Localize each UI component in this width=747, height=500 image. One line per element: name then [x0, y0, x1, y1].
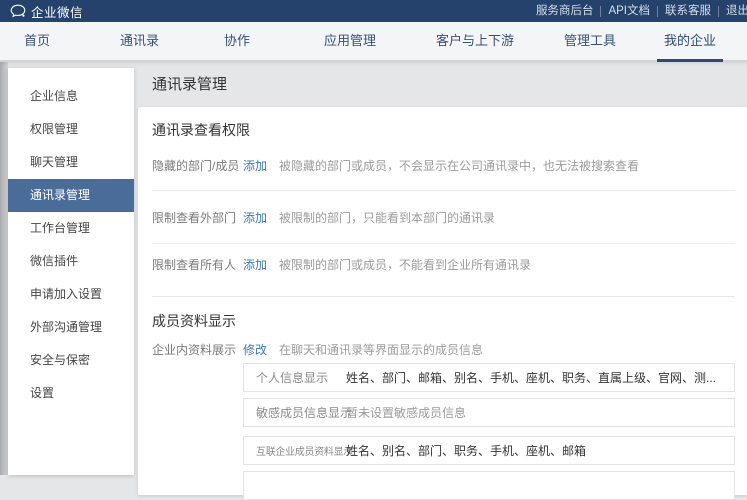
sidebar-item-workbench[interactable]: 工作台管理	[8, 212, 134, 245]
content-panel: 通讯录查看权限 隐藏的部门/成员 添加 被隐藏的部门或成员，不会显示在公司通讯录…	[138, 107, 747, 495]
add-link[interactable]: 添加	[243, 258, 267, 273]
window-edge-shadow	[0, 62, 8, 475]
top-app-bar: 企业微信 服务商后台 API文档 联系客服 退出	[0, 0, 747, 22]
linked-company-profile-box: 互联企业成员资料显示 姓名、别名、部门、职务、手机、座机、邮箱	[243, 436, 735, 465]
row-description: 被限制的部门或成员，不能看到企业所有通讯录	[279, 258, 531, 273]
row-hidden-departments: 隐藏的部门/成员 添加 被隐藏的部门或成员，不会显示在公司通讯录中，也无法被搜索…	[152, 159, 735, 174]
link-logout[interactable]: 退出	[719, 6, 747, 17]
row-label: 企业内资料展示	[152, 343, 243, 358]
box-value: 姓名、部门、邮箱、别名、手机、座机、职务、直属上级、官网、测...	[346, 369, 716, 386]
personal-info-display-box: 个人信息显示 姓名、部门、邮箱、别名、手机、座机、职务、直属上级、官网、测...	[243, 363, 735, 392]
chat-bubble-icon	[10, 4, 26, 18]
row-description: 被限制的部门，只能看到本部门的通讯录	[279, 211, 495, 226]
row-restrict-other-departments: 限制查看外部门 添加 被限制的部门，只能看到本部门的通讯录	[152, 211, 735, 226]
row-internal-profile-display: 企业内资料展示 修改 在聊天和通讯录等界面显示的成员信息	[152, 343, 735, 358]
box-label: 互联企业成员资料显示	[256, 443, 346, 458]
tab-collaboration[interactable]: 协作	[224, 22, 250, 60]
divider	[152, 243, 735, 244]
row-restrict-everyone: 限制查看所有人 添加 被限制的部门或成员，不能看到企业所有通讯录	[152, 258, 735, 273]
sidebar-item-chat-management[interactable]: 聊天管理	[8, 146, 134, 179]
modify-link[interactable]: 修改	[243, 343, 267, 358]
sidebar-item-company-info[interactable]: 企业信息	[8, 80, 134, 113]
link-api-docs[interactable]: API文档	[601, 6, 658, 17]
box-value: 姓名、别名、部门、职务、手机、座机、邮箱	[346, 442, 586, 459]
link-provider-console[interactable]: 服务商后台	[529, 6, 602, 17]
app-title: 企业微信	[31, 2, 83, 21]
tab-home[interactable]: 首页	[24, 22, 50, 60]
sensitive-info-display-box: 敏感成员信息显示 暂未设置敏感成员信息	[243, 398, 735, 427]
add-link[interactable]: 添加	[243, 211, 267, 226]
tab-my-company[interactable]: 我的企业	[664, 22, 716, 60]
row-label: 限制查看所有人	[152, 258, 243, 273]
row-description: 被隐藏的部门或成员，不会显示在公司通讯录中，也无法被搜索查看	[279, 159, 639, 174]
sidebar-item-contacts-management[interactable]: 通讯录管理	[8, 179, 134, 212]
sidebar-item-wechat-plugin[interactable]: 微信插件	[8, 245, 134, 278]
sidebar-item-permissions[interactable]: 权限管理	[8, 113, 134, 146]
divider	[152, 190, 735, 191]
row-description: 在聊天和通讯录等界面显示的成员信息	[279, 343, 483, 358]
row-label: 隐藏的部门/成员	[152, 159, 243, 174]
wecom-logo[interactable]: 企业微信	[10, 2, 83, 21]
info-box-partial	[243, 471, 735, 500]
section-divider	[152, 296, 735, 297]
sidebar-item-settings[interactable]: 设置	[8, 377, 134, 410]
sidebar-item-join-settings[interactable]: 申请加入设置	[8, 278, 134, 311]
tab-app-management[interactable]: 应用管理	[324, 22, 376, 60]
sidebar-item-security[interactable]: 安全与保密	[8, 344, 134, 377]
link-contact-support[interactable]: 联系客服	[658, 6, 719, 17]
tab-customers[interactable]: 客户与上下游	[436, 22, 514, 60]
section-heading-member-profile: 成员资料显示	[152, 311, 236, 331]
settings-sidebar: 企业信息 权限管理 聊天管理 通讯录管理 工作台管理 微信插件 申请加入设置 外…	[8, 68, 134, 475]
row-label: 限制查看外部门	[152, 211, 243, 226]
section-heading-view-permission: 通讯录查看权限	[152, 120, 250, 140]
sidebar-item-external-comm[interactable]: 外部沟通管理	[8, 311, 134, 344]
tab-admin-tools[interactable]: 管理工具	[564, 22, 616, 60]
box-value: 暂未设置敏感成员信息	[346, 404, 466, 421]
page-title: 通讯录管理	[152, 73, 227, 94]
box-label: 个人信息显示	[256, 369, 346, 386]
main-nav: 首页 通讯录 协作 应用管理 客户与上下游 管理工具 我的企业	[0, 22, 747, 62]
box-label: 敏感成员信息显示	[256, 404, 346, 421]
topbar-links: 服务商后台 API文档 联系客服 退出	[529, 6, 747, 17]
add-link[interactable]: 添加	[243, 159, 267, 174]
tab-contacts[interactable]: 通讯录	[120, 22, 159, 60]
